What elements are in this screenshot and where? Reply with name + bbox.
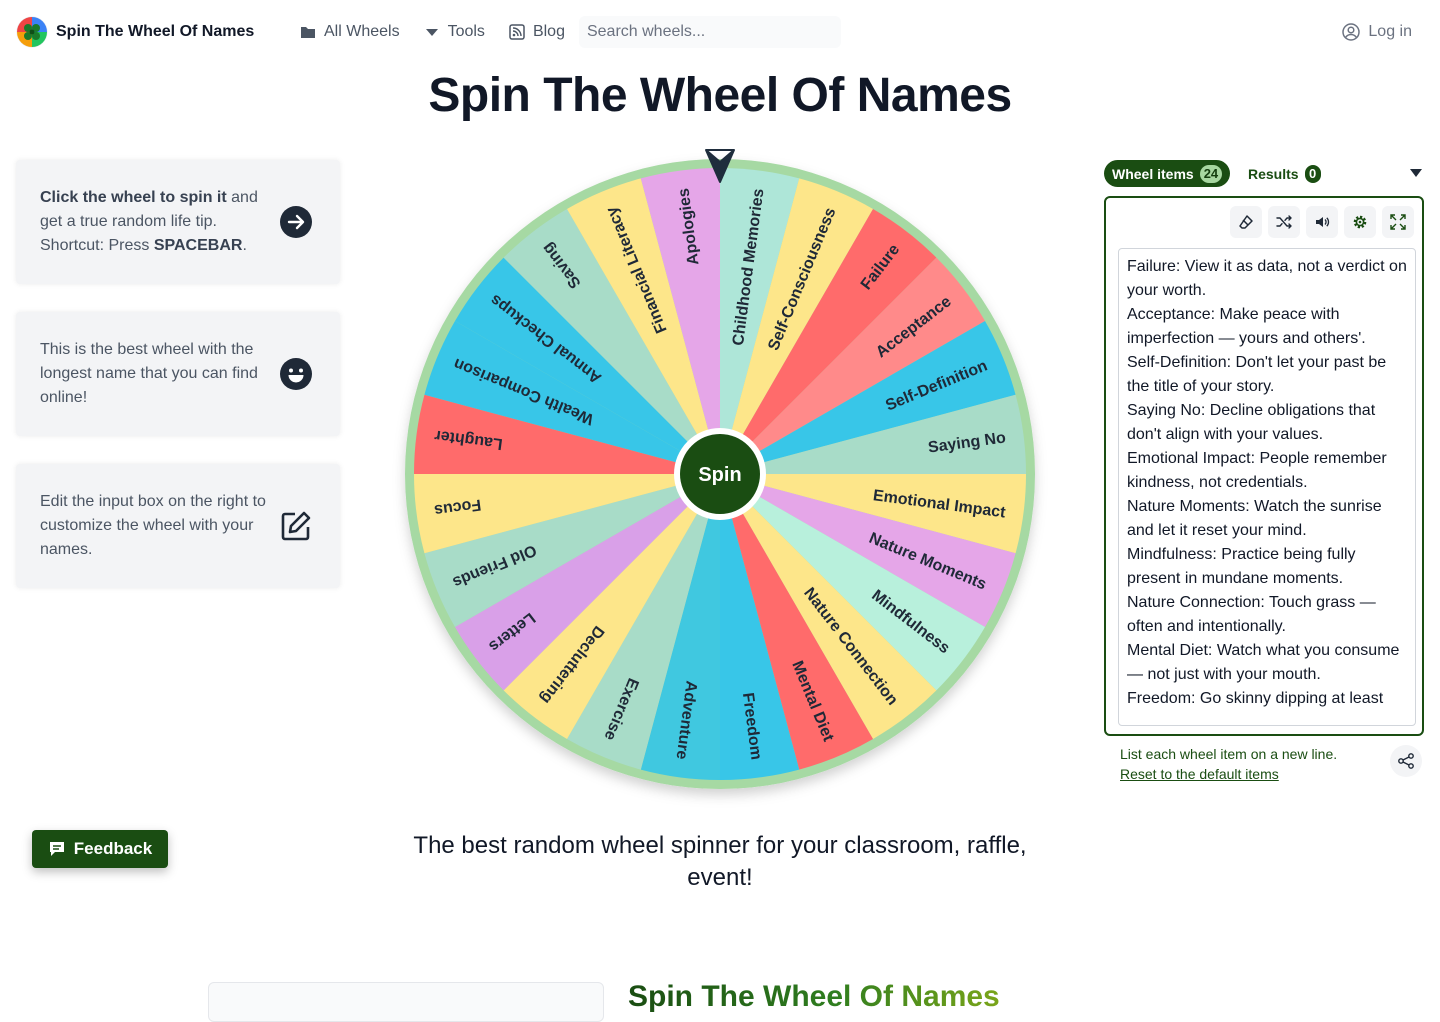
- entry-line: Freedom: Go skinny dipping at least: [1127, 690, 1384, 707]
- edit-icon: [280, 510, 312, 542]
- main-nav: All Wheels Tools Blog: [300, 16, 841, 48]
- login-button[interactable]: Log in: [1342, 16, 1412, 48]
- tip-card-spin: Click the wheel to spin it and get a tru…: [16, 160, 340, 284]
- panel-tabs: Wheel items 24 Results 0: [1104, 160, 1424, 188]
- volume-icon: [1316, 217, 1330, 227]
- wheel-items-textarea[interactable]: Failure: View it as data, not a verdict …: [1118, 248, 1416, 726]
- feedback-label: Feedback: [73, 839, 153, 858]
- gear-icon: [1353, 215, 1367, 229]
- shuffle-icon: [1276, 215, 1292, 229]
- share-button[interactable]: [1390, 745, 1422, 777]
- section-title: Spin The Wheel Of Names: [628, 980, 1000, 1013]
- entry-line: Emotional Impact: People remember kindne…: [1127, 450, 1387, 491]
- tab-results[interactable]: Results 0: [1240, 160, 1329, 187]
- entry-line: Nature Moments: Watch the sunrise and le…: [1127, 498, 1382, 539]
- entry-line: Self-Definition: Don't let your past be …: [1127, 354, 1387, 395]
- tagline: The best random wheel spinner for your c…: [413, 832, 1027, 891]
- article-preview-card: [208, 982, 604, 1022]
- search-input[interactable]: [578, 16, 841, 48]
- page-title: Spin The Wheel Of Names: [428, 69, 1012, 122]
- entry-line: Mental Diet: Watch what you consume — no…: [1127, 642, 1400, 683]
- settings-button[interactable]: [1344, 206, 1376, 238]
- nav-blog-label: Blog: [532, 23, 565, 40]
- sound-button[interactable]: [1306, 206, 1338, 238]
- results-count-badge: 0: [1304, 164, 1321, 183]
- tip-card-longest-text: This is the best wheel with the longest …: [40, 341, 258, 406]
- eraser-icon: [1239, 215, 1253, 229]
- editor-toolbar: [1230, 206, 1414, 238]
- tip-card-spin-text: Click the wheel to spin it and get a tru…: [40, 186, 272, 258]
- caret-down-icon: [425, 29, 438, 36]
- nav-tools[interactable]: Tools: [424, 16, 485, 48]
- shuffle-button[interactable]: [1268, 206, 1300, 238]
- smile-icon: [280, 358, 312, 390]
- wheel-graphic[interactable]: Childhood MemoriesSelf-Consciousness Fail…: [404, 149, 1036, 790]
- nav-blog[interactable]: Blog: [509, 16, 565, 48]
- arrow-right-circle-icon[interactable]: [280, 206, 312, 238]
- reset-default-items-link[interactable]: Reset to the default items: [1120, 764, 1279, 784]
- entry-line: Nature Connection: Touch grass — often a…: [1127, 594, 1376, 635]
- entry-line: Acceptance: Make peace with imperfection…: [1127, 306, 1366, 347]
- nav-all-wheels-label: All Wheels: [324, 23, 400, 40]
- entry-line: Mindfulness: Practice being fully presen…: [1127, 546, 1356, 587]
- brand-name: Spin The Wheel Of Names: [56, 23, 255, 40]
- folder-icon: [301, 27, 315, 38]
- wheel-items-editor: Failure: View it as data, not a verdict …: [1104, 196, 1424, 736]
- tab-wheel-items[interactable]: Wheel items 24: [1104, 160, 1231, 187]
- message-icon: [49, 842, 64, 856]
- spin-wheel[interactable]: Childhood Memories Self-Consciousness Fail…: [404, 149, 1036, 790]
- clover-logo-icon: [16, 16, 48, 48]
- share-icon: [1398, 753, 1414, 769]
- tip-card-longest-name: This is the best wheel with the longest …: [16, 312, 340, 436]
- nav-all-wheels[interactable]: All Wheels: [300, 16, 400, 48]
- fullscreen-icon: [1390, 214, 1406, 230]
- tab-results-label: Results: [1248, 165, 1299, 182]
- tip-card-edit-text: Edit the input box on the right to custo…: [40, 493, 266, 558]
- tip-shortcut-key: SPACEBAR: [153, 237, 243, 254]
- entry-line: Saying No: Decline obligations that don'…: [1127, 402, 1376, 443]
- tip-bold-text: Click the wheel to spin it: [40, 189, 227, 206]
- spin-button-label[interactable]: Spin: [698, 464, 741, 486]
- feedback-button[interactable]: Feedback: [32, 830, 168, 868]
- user-circle-icon: [1342, 23, 1361, 41]
- panel-collapse-caret-icon[interactable]: [1410, 169, 1422, 177]
- tip-period: .: [242, 237, 247, 254]
- login-label: Log in: [1368, 23, 1412, 40]
- tab-wheel-items-label: Wheel items: [1112, 165, 1194, 182]
- wheel-items-count-badge: 24: [1199, 164, 1223, 183]
- fullscreen-button[interactable]: [1382, 206, 1414, 238]
- tip-card-edit: Edit the input box on the right to custo…: [16, 464, 340, 588]
- clear-button[interactable]: [1230, 206, 1262, 238]
- rss-icon: [509, 24, 525, 40]
- top-navbar: Spin The Wheel Of Names All Wheels Tools…: [0, 0, 1440, 64]
- nav-tools-label: Tools: [447, 23, 485, 40]
- editor-hint: List each wheel item on a new line.: [1120, 746, 1338, 762]
- brand-link[interactable]: Spin The Wheel Of Names: [16, 16, 254, 48]
- entry-line: Failure: View it as data, not a verdict …: [1127, 258, 1407, 299]
- tip-shortcut-text: Shortcut: Press: [40, 237, 154, 254]
